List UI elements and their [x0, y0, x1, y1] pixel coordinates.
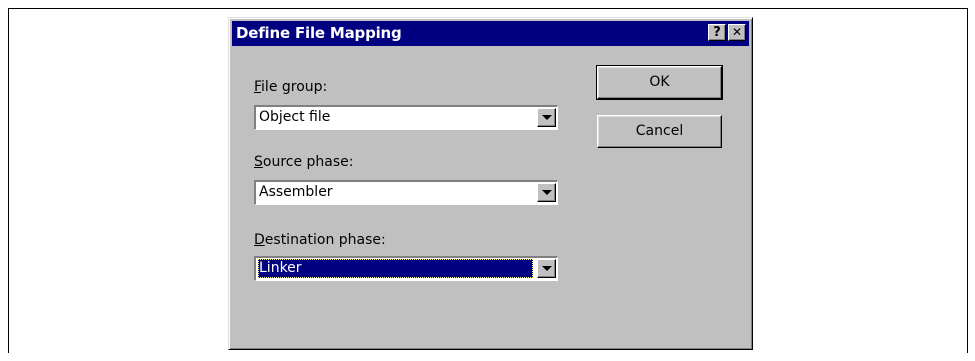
destination-phase-value: Linker	[258, 259, 533, 278]
destination-phase-label-hotkey: D	[254, 232, 265, 248]
dialog-title: Define File Mapping	[236, 24, 402, 42]
source-phase-dropdown-button[interactable]	[537, 183, 556, 202]
chevron-down-icon	[542, 190, 552, 195]
help-button[interactable]: ?	[708, 24, 726, 41]
chevron-down-icon	[542, 115, 552, 120]
destination-phase-select[interactable]: Linker	[254, 256, 558, 281]
source-phase-value: Assembler	[259, 184, 333, 200]
close-button[interactable]: ✕	[728, 24, 746, 41]
destination-phase-dropdown-button[interactable]	[537, 259, 556, 278]
file-group-dropdown-button[interactable]	[537, 108, 556, 127]
file-group-label-text: ile group:	[261, 79, 328, 95]
destination-phase-label: Destination phase:	[254, 232, 386, 248]
define-file-mapping-dialog: Define File Mapping ? ✕ File group: Obje…	[228, 17, 753, 350]
title-bar[interactable]: Define File Mapping ? ✕	[232, 21, 749, 46]
ok-button[interactable]: OK	[596, 65, 723, 100]
file-group-value: Object file	[259, 109, 331, 125]
cancel-button[interactable]: Cancel	[597, 115, 722, 148]
destination-phase-label-text: estination phase:	[264, 232, 386, 248]
source-phase-label: Source phase:	[254, 154, 354, 170]
chevron-down-icon	[542, 266, 552, 271]
file-group-label-hotkey: F	[254, 79, 262, 95]
file-group-label: File group:	[254, 79, 327, 95]
source-phase-label-hotkey: S	[254, 154, 263, 170]
file-group-select[interactable]: Object file	[254, 105, 558, 130]
source-phase-label-text: ource phase:	[262, 154, 354, 170]
source-phase-select[interactable]: Assembler	[254, 180, 558, 205]
